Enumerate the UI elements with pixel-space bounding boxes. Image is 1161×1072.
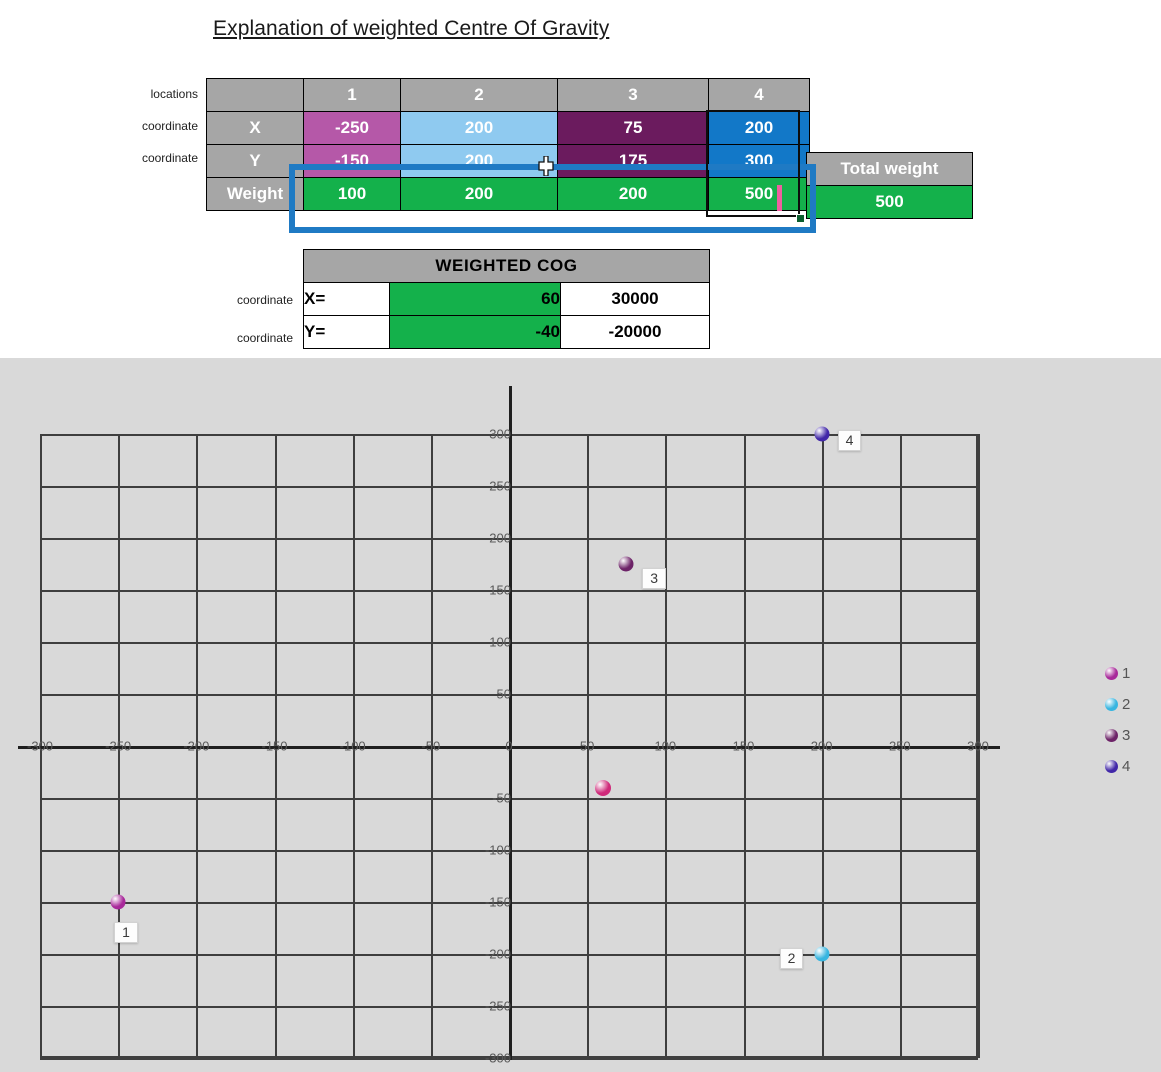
x-tick-label: -300 [26, 738, 54, 754]
x-tick-label: 150 [732, 738, 755, 754]
x-tick-label: -150 [261, 738, 288, 754]
legend-item-3[interactable]: 3 [1105, 720, 1130, 751]
legend-item-4[interactable]: 4 [1105, 751, 1130, 782]
total-weight-label: Total weight [806, 152, 973, 186]
y-tick-label: 300 [489, 426, 511, 442]
x-tick-label: 300 [967, 738, 989, 754]
table-header-row: 1 2 3 4 [206, 78, 810, 112]
total-weight-table[interactable]: Total weight 500 [806, 152, 973, 219]
y-tick-label: 250 [489, 478, 511, 494]
data-point-label-4: 4 [837, 430, 862, 451]
side-label-weight [110, 174, 198, 206]
cell-x-loc3[interactable]: 75 [557, 111, 709, 145]
x-tick-label: -250 [105, 738, 132, 754]
y-tick-label: -300 [484, 1050, 511, 1066]
y-tick-label: -50 [492, 790, 511, 806]
legend-marker-1 [1105, 667, 1118, 680]
y-tick-label: 200 [489, 530, 511, 546]
side-label-coordinate-y: coordinate [141, 151, 198, 165]
chart-legend: 1 2 3 4 [1105, 658, 1130, 782]
cog-row-x: X= 60 30000 [303, 282, 710, 316]
cog-y-value[interactable]: -40 [389, 315, 561, 349]
x-tick-label: 0 [505, 738, 513, 754]
legend-item-1[interactable]: 1 [1105, 658, 1130, 689]
header-corner-cell [206, 78, 304, 112]
legend-marker-3 [1105, 729, 1118, 742]
data-point-1[interactable] [110, 894, 126, 910]
legend-marker-2 [1105, 698, 1118, 711]
cog-x-value[interactable]: 60 [389, 282, 561, 316]
cog-y-product[interactable]: -20000 [560, 315, 710, 349]
x-tick-label: 50 [579, 738, 595, 754]
header-location-3[interactable]: 3 [557, 78, 709, 112]
total-weight-header-row: Total weight [806, 152, 973, 186]
x-tick-label: -100 [339, 738, 366, 754]
legend-label-4: 4 [1122, 758, 1131, 775]
x-tick-label: -50 [421, 738, 441, 754]
data-point-label-3: 3 [642, 568, 667, 589]
cog-header-label: WEIGHTED COG [303, 249, 710, 283]
cog-x-equals-label: X= [303, 282, 390, 316]
y-tick-label: -150 [484, 894, 511, 910]
data-point-label-2: 2 [779, 948, 804, 969]
text-caret [777, 185, 782, 211]
cell-x-loc2[interactable]: 200 [400, 111, 558, 145]
data-point-3[interactable] [618, 556, 634, 572]
cell-selection-border [706, 110, 800, 217]
fill-handle[interactable] [796, 214, 805, 223]
y-tick-label: -100 [484, 842, 511, 858]
legend-marker-4 [1105, 760, 1118, 773]
legend-label-3: 3 [1122, 727, 1131, 744]
side-label-locations: locations [150, 87, 198, 101]
cog-side-label-x: coordinate [236, 293, 293, 307]
side-label-coordinate-x: coordinate [141, 119, 198, 133]
cell-cursor-icon [538, 155, 554, 177]
weighted-cog-point[interactable] [594, 779, 611, 796]
chart-overlay: -300 -250 -200 -150 -100 -50 0 50 100 150 200 250 30… [0, 358, 1161, 1072]
data-point-label-1: 1 [114, 922, 138, 943]
cog-row-y: Y= -40 -20000 [303, 315, 710, 349]
total-weight-value[interactable]: 500 [806, 185, 973, 219]
header-location-2[interactable]: 2 [400, 78, 558, 112]
row-label-x: X [206, 111, 304, 145]
cog-header-row: WEIGHTED COG [303, 249, 710, 283]
legend-label-1: 1 [1122, 665, 1131, 682]
data-point-2[interactable] [814, 946, 830, 962]
page-title: Explanation of weighted Centre Of Gravit… [213, 17, 610, 40]
x-tick-label: -200 [183, 738, 210, 754]
legend-label-2: 2 [1122, 696, 1131, 713]
y-tick-label: -200 [484, 946, 511, 962]
cog-y-equals-label: Y= [303, 315, 390, 349]
header-location-1[interactable]: 1 [303, 78, 401, 112]
cog-table-side-labels: coordinate coordinate [205, 281, 293, 357]
x-tick-label: 100 [654, 738, 677, 754]
total-weight-value-row: 500 [806, 185, 973, 219]
weighted-cog-table[interactable]: WEIGHTED COG X= 60 30000 Y= -40 -20000 [303, 249, 710, 349]
cell-x-loc1[interactable]: -250 [303, 111, 401, 145]
y-tick-label: 50 [496, 686, 511, 702]
cog-x-product[interactable]: 30000 [560, 282, 710, 316]
x-tick-label: 250 [888, 738, 911, 754]
cog-side-label-y: coordinate [236, 331, 293, 345]
scatter-chart[interactable]: -300 -250 -200 -150 -100 -50 0 50 100 150 200 250 30… [0, 358, 1161, 1072]
y-tick-label: 150 [489, 582, 511, 598]
header-location-4[interactable]: 4 [708, 78, 810, 112]
legend-item-2[interactable]: 2 [1105, 689, 1130, 720]
y-tick-label: -250 [484, 998, 511, 1014]
data-point-4[interactable] [814, 426, 830, 442]
x-tick-label: 200 [810, 738, 833, 754]
data-table-side-labels: locations coordinate coordinate [110, 78, 198, 206]
y-tick-label: 100 [489, 634, 511, 650]
